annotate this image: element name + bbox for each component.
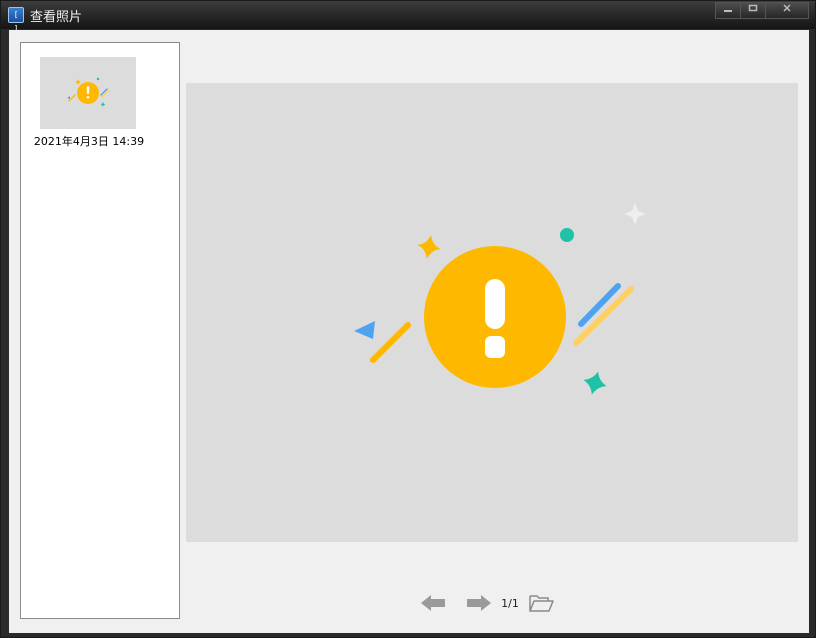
thumbnail-warning-illustration xyxy=(67,77,110,107)
folder-open-icon xyxy=(529,595,554,612)
maximize-button[interactable] xyxy=(740,2,766,19)
open-folder-button[interactable] xyxy=(527,593,555,613)
thumbnail-panel[interactable]: 2021年4月3日 14:39 xyxy=(20,42,180,619)
minimize-icon xyxy=(724,10,732,12)
close-icon xyxy=(783,4,791,12)
arrow-left-icon xyxy=(421,595,445,611)
photo-viewer-window: [ ] 查看照片 2021年4月3日 14:39 1/1 xyxy=(0,0,816,638)
app-icon[interactable]: [ ] xyxy=(8,7,24,33)
page-indicator: 1/1 xyxy=(501,596,519,610)
window-title: 查看照片 xyxy=(30,10,83,25)
thumbnail-item[interactable] xyxy=(40,57,136,129)
close-button[interactable] xyxy=(765,2,809,19)
thumbnail-caption: 2021年4月3日 14:39 xyxy=(33,135,145,148)
navigation-bar: 1/1 xyxy=(419,591,555,615)
previous-button[interactable] xyxy=(419,593,447,613)
arrow-right-icon xyxy=(467,595,491,611)
photo-preview[interactable] xyxy=(186,83,798,542)
minimize-button[interactable] xyxy=(715,2,741,19)
window-controls xyxy=(715,2,809,19)
warning-illustration xyxy=(354,203,646,395)
maximize-icon xyxy=(748,4,758,12)
title-bar[interactable]: [ ] 查看照片 xyxy=(1,1,815,33)
next-button[interactable] xyxy=(465,593,493,613)
client-area: 2021年4月3日 14:39 1/1 xyxy=(9,30,809,633)
